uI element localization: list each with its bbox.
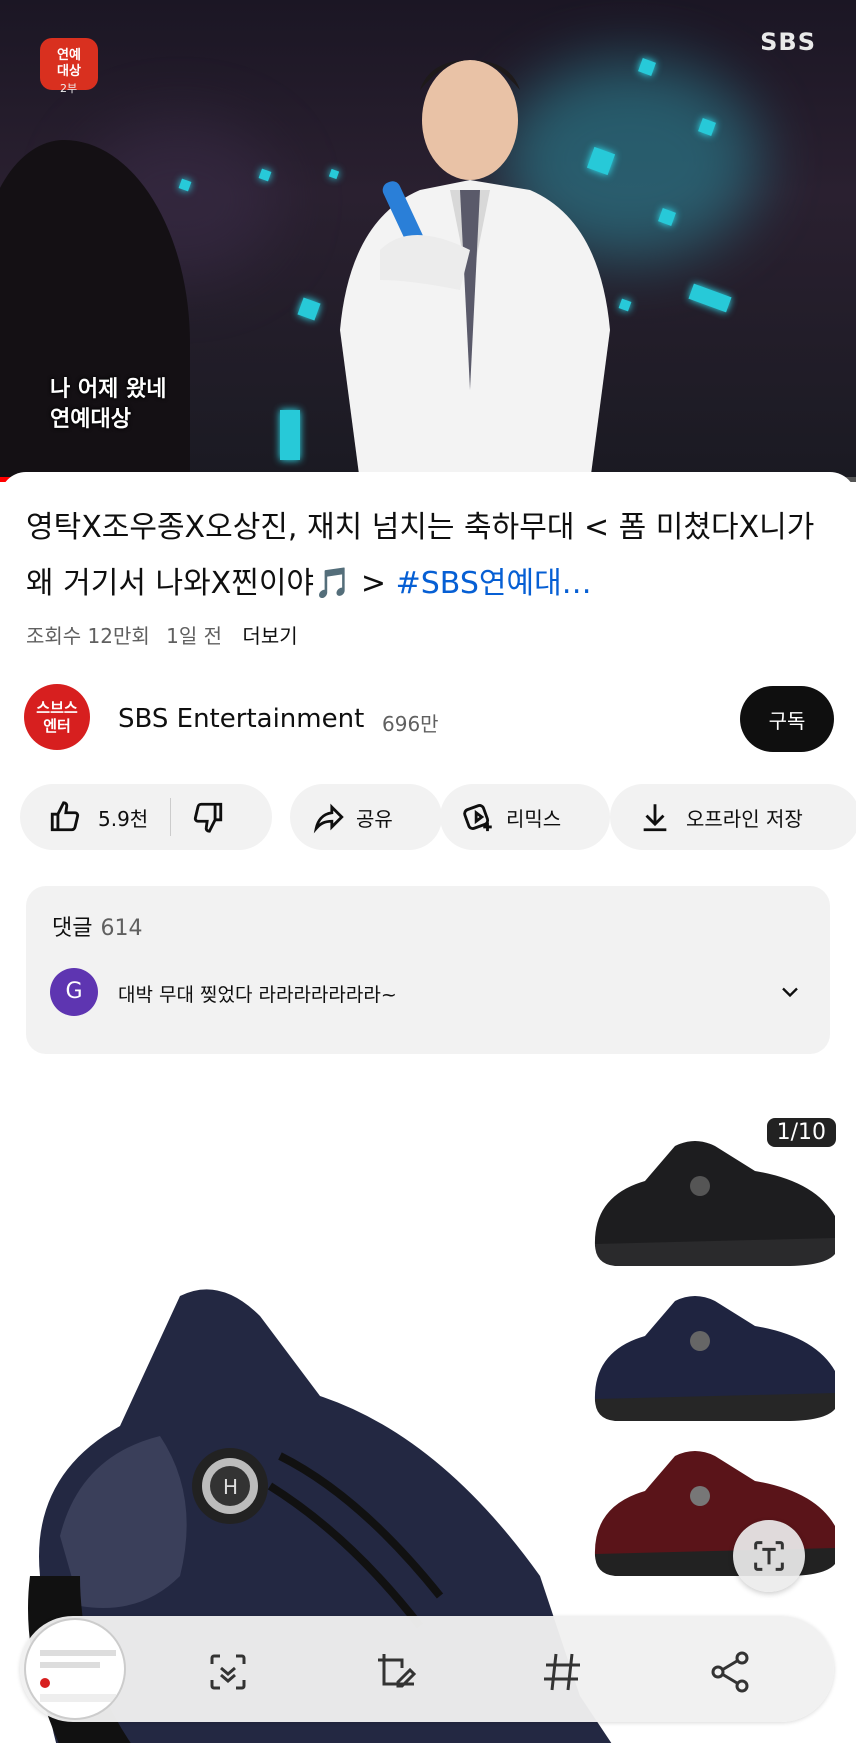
pill-divider [170, 798, 172, 836]
upload-age: 1일 전 [166, 624, 223, 648]
comments-count: 614 [100, 916, 143, 941]
comments-label: 댓글 [52, 916, 93, 941]
thumb-up-icon[interactable] [48, 800, 82, 834]
screenshot-thumbnail[interactable] [24, 1618, 126, 1720]
shoe-thumbnail-black[interactable] [585, 1126, 845, 1276]
subscribe-button[interactable]: 구독 [740, 686, 834, 752]
video-subtitle: 나 어제 왔네 연예대상 [50, 377, 167, 432]
chevron-down-icon[interactable] [776, 978, 804, 1006]
download-label: 오프라인 저장 [686, 806, 803, 831]
stage-cube [280, 410, 300, 460]
tag-button[interactable] [534, 1644, 590, 1700]
channel-avatar[interactable]: 스브스 엔터 [24, 684, 90, 750]
edit-button[interactable] [368, 1644, 424, 1700]
video-title[interactable]: 영탁X조우종X오상진, 재치 넘치는 축하무대 < 폼 미쳤다X니가 왜 거기서… [26, 500, 826, 612]
channel-row[interactable]: 스브스 엔터 SBS Entertainment 696만 구독 [24, 684, 834, 754]
stage-cube [688, 283, 732, 313]
svg-text:H: H [223, 1475, 238, 1499]
singer-figure [340, 60, 610, 482]
remix-icon [462, 800, 496, 834]
thumb-line [40, 1694, 116, 1702]
sbs-watermark: SBS [760, 28, 816, 56]
share-screenshot-button[interactable] [702, 1644, 758, 1700]
more-button[interactable]: 더보기 [242, 624, 297, 648]
share-button[interactable]: 공유 [290, 784, 442, 850]
comments-panel[interactable]: 댓글 614 G 대박 무대 찢었다 라라라라라라라~ [26, 886, 830, 1054]
shoe-thumbnail-burgundy[interactable] [585, 1436, 845, 1586]
title-hashtag-link[interactable]: #SBS연예대… [396, 566, 592, 601]
video-player[interactable]: 연예 대상 2부 SBS 나 어제 왔네 연예대상 [0, 0, 856, 482]
share-arrow-icon [312, 800, 346, 834]
awards-part-label: 2부 [60, 82, 78, 95]
commenter-avatar: G [50, 968, 98, 1016]
share-icon [711, 1651, 749, 1693]
hashtag-icon [544, 1653, 580, 1691]
thumb-down-icon[interactable] [191, 800, 225, 834]
text-extract-icon [754, 1541, 784, 1571]
action-bar: 5.9천 공유 리믹스 오프라인 저장 [20, 784, 856, 850]
edit-crop-icon [378, 1654, 417, 1688]
video-meta[interactable]: 조회수 12만회 1일 전 더보기 [26, 620, 298, 649]
comments-header: 댓글 614 [52, 910, 142, 942]
download-button[interactable]: 오프라인 저장 [610, 784, 856, 850]
remix-button[interactable]: 리믹스 [440, 784, 610, 850]
text-extract-button[interactable] [733, 1520, 805, 1592]
scan-icon [210, 1654, 246, 1690]
top-comment-text: 대박 무대 찢었다 라라라라라라라~ [118, 984, 397, 1006]
view-count: 조회수 12만회 [26, 624, 150, 648]
like-dislike-pill: 5.9천 [20, 784, 272, 850]
remix-label: 리믹스 [506, 806, 562, 831]
thumb-line [40, 1662, 100, 1668]
like-count[interactable]: 5.9천 [98, 803, 148, 832]
download-icon [638, 800, 672, 834]
thumb-dot [40, 1678, 50, 1688]
shoe-thumbnail-navy[interactable] [585, 1281, 845, 1431]
stage-cube [618, 298, 632, 312]
channel-name[interactable]: SBS Entertainment [118, 704, 364, 734]
stage-cube [297, 297, 321, 321]
scroll-capture-button[interactable] [200, 1644, 256, 1700]
thumb-line [40, 1650, 116, 1656]
share-label: 공유 [356, 806, 393, 831]
subscriber-count: 696만 [382, 712, 439, 736]
